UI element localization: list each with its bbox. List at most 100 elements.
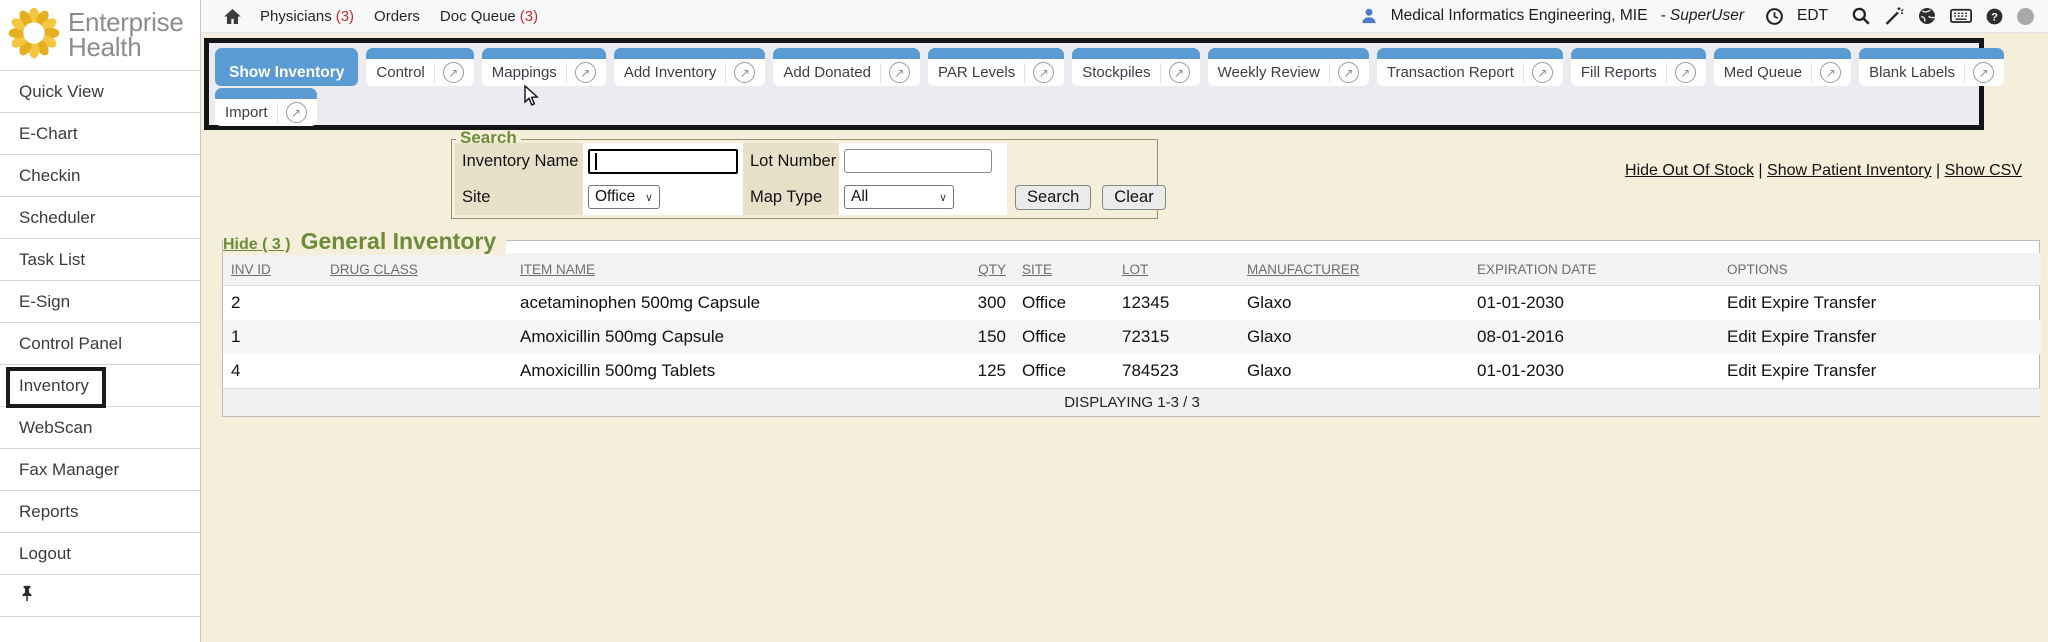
sidebar-item-e-sign[interactable]: E-Sign	[0, 281, 200, 323]
sidebar-item-label: Reports	[19, 502, 79, 522]
external-link-icon[interactable]: ↗	[1033, 62, 1054, 83]
option-transfer-link[interactable]: Transfer	[1814, 327, 1877, 346]
site-select[interactable]: Office ∨	[588, 185, 660, 209]
column-header-manufacturer[interactable]: MANUFACTURER	[1239, 253, 1469, 286]
tab-separator	[1024, 63, 1025, 83]
external-link-icon[interactable]: ↗	[889, 62, 910, 83]
tab-stockpiles[interactable]: Stockpiles↗	[1072, 48, 1199, 86]
external-link-icon[interactable]: ↗	[1973, 62, 1994, 83]
tab-transaction-report[interactable]: Transaction Report ↗	[1377, 48, 1563, 86]
globe-icon[interactable]	[1917, 6, 1937, 26]
external-link-icon[interactable]: ↗	[1338, 62, 1359, 83]
sidebar-pin-row[interactable]	[0, 575, 200, 617]
tab-fill-reports[interactable]: Fill Reports↗	[1571, 48, 1706, 86]
tab-med-queue[interactable]: Med Queue↗	[1714, 48, 1851, 86]
cell-manufacturer: Glaxo	[1239, 320, 1469, 354]
option-edit-link[interactable]: Edit	[1727, 293, 1756, 312]
column-header-item-name[interactable]: ITEM NAME	[512, 253, 944, 286]
external-link-icon[interactable]: ↗	[1532, 62, 1553, 83]
map-type-select[interactable]: All ∨	[844, 185, 954, 209]
option-edit-link[interactable]: Edit	[1727, 361, 1756, 380]
link-show-csv[interactable]: Show CSV	[1945, 162, 2022, 179]
external-link-icon[interactable]: ↗	[1675, 62, 1696, 83]
column-header-lot[interactable]: LOT	[1114, 253, 1239, 286]
sidebar-item-webscan[interactable]: WebScan	[0, 407, 200, 449]
option-transfer-link[interactable]: Transfer	[1814, 293, 1877, 312]
user-name[interactable]: Medical Informatics Engineering, MIE	[1391, 7, 1648, 25]
sidebar-item-quick-view[interactable]: Quick View	[0, 71, 200, 113]
keyboard-icon[interactable]	[1950, 8, 1972, 24]
tab-blank-labels[interactable]: Blank Labels↗	[1859, 48, 2004, 86]
topnav-label: Physicians	[260, 8, 332, 25]
tab-weekly-review[interactable]: Weekly Review↗	[1208, 48, 1369, 86]
app-logo-text: Enterprise Health	[68, 10, 184, 61]
sidebar-item-label: Quick View	[19, 82, 104, 102]
column-header-site[interactable]: SITE	[1014, 253, 1114, 286]
clock-icon[interactable]	[1765, 7, 1784, 26]
external-link-icon[interactable]: ↗	[443, 62, 464, 83]
option-expire-link[interactable]: Expire	[1761, 293, 1809, 312]
inventory-name-input[interactable]	[588, 149, 738, 174]
topnav: Physicians(3) Orders Doc Queue(3)	[260, 8, 538, 25]
tab-import[interactable]: Import↗	[215, 88, 317, 126]
home-icon[interactable]	[223, 7, 242, 26]
cell-qty: 300	[944, 286, 1014, 321]
tab-label: Transaction Report	[1387, 64, 1514, 81]
sidebar-item-reports[interactable]: Reports	[0, 491, 200, 533]
sidebar-item-task-list[interactable]: Task List	[0, 239, 200, 281]
topnav-physicians[interactable]: Physicians(3)	[260, 8, 354, 25]
sidebar-item-label: Control Panel	[19, 334, 122, 354]
external-link-icon[interactable]: ↗	[734, 62, 755, 83]
tab-top-strip	[1859, 48, 2004, 59]
external-link-icon[interactable]: ↗	[575, 62, 596, 83]
tab-bar: Show InventoryControl↗Mappings↗Add Inven…	[204, 38, 1984, 130]
tab-separator	[1523, 63, 1524, 83]
tab-add-inventory[interactable]: Add Inventory↗	[614, 48, 766, 86]
topnav-doc-queue[interactable]: Doc Queue(3)	[440, 8, 538, 25]
table-header-row: INV IDDRUG CLASSITEM NAMEQTYSITELOTMANUF…	[223, 253, 2041, 286]
tab-mappings[interactable]: Mappings↗	[482, 48, 606, 86]
option-expire-link[interactable]: Expire	[1761, 327, 1809, 346]
tab-par-levels[interactable]: PAR Levels↗	[928, 48, 1064, 86]
column-header-drug-class[interactable]: DRUG CLASS	[322, 253, 512, 286]
topnav-orders[interactable]: Orders	[374, 8, 420, 25]
search-icon[interactable]	[1851, 6, 1871, 26]
sidebar-item-checkin[interactable]: Checkin	[0, 155, 200, 197]
wand-icon[interactable]	[1884, 6, 1904, 26]
table-row: 2acetaminophen 500mg Capsule300Office123…	[223, 286, 2041, 321]
external-link-icon[interactable]: ↗	[286, 102, 307, 123]
hide-inventory-link[interactable]: Hide ( 3 )	[223, 236, 291, 254]
tab-add-donated[interactable]: Add Donated↗	[773, 48, 920, 86]
option-edit-link[interactable]: Edit	[1727, 327, 1756, 346]
search-button[interactable]: Search	[1015, 185, 1091, 210]
cell-lot: 12345	[1114, 286, 1239, 321]
link-show-patient-inventory[interactable]: Show Patient Inventory	[1767, 162, 1932, 179]
sidebar-item-label: WebScan	[19, 418, 92, 438]
table-row: 4Amoxicillin 500mg Tablets125Office78452…	[223, 354, 2041, 389]
sidebar-item-e-chart[interactable]: E-Chart	[0, 113, 200, 155]
link-hide-out-of-stock[interactable]: Hide Out Of Stock	[1625, 162, 1754, 179]
tab-control[interactable]: Control↗	[366, 48, 473, 86]
sidebar-item-scheduler[interactable]: Scheduler	[0, 197, 200, 239]
sidebar-item-control-panel[interactable]: Control Panel	[0, 323, 200, 365]
table-footer-row: DISPLAYING 1-3 / 3	[223, 389, 2041, 417]
text-caret	[595, 153, 597, 170]
help-icon[interactable]: ?	[1985, 7, 2004, 26]
sidebar-item-logout[interactable]: Logout	[0, 533, 200, 575]
svg-text:?: ?	[1991, 11, 1998, 23]
chevron-down-icon: ∨	[939, 191, 947, 204]
external-link-icon[interactable]: ↗	[1820, 62, 1841, 83]
tab-body: PAR Levels↗	[928, 59, 1064, 86]
sidebar-item-fax-manager[interactable]: Fax Manager	[0, 449, 200, 491]
lot-number-input[interactable]	[844, 149, 992, 173]
option-transfer-link[interactable]: Transfer	[1814, 361, 1877, 380]
column-header-qty[interactable]: QTY	[944, 253, 1014, 286]
option-expire-link[interactable]: Expire	[1761, 361, 1809, 380]
clear-button[interactable]: Clear	[1102, 185, 1165, 210]
external-link-icon[interactable]: ↗	[1169, 62, 1190, 83]
sidebar-item-label: E-Sign	[19, 292, 70, 312]
tab-show-inventory[interactable]: Show Inventory	[215, 48, 358, 86]
pushpin-icon[interactable]	[20, 585, 34, 607]
sidebar-item-inventory[interactable]: Inventory	[0, 365, 200, 407]
column-header-inv-id[interactable]: INV ID	[223, 253, 322, 286]
